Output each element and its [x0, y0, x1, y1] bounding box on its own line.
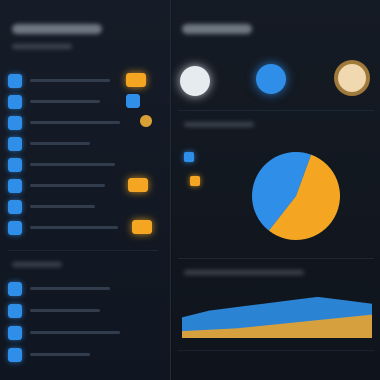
area-chart-title — [184, 270, 304, 275]
square-icon — [8, 158, 22, 172]
right-panel — [172, 0, 380, 380]
status-badge — [132, 220, 152, 234]
list-item[interactable] — [8, 72, 163, 90]
status-badge — [140, 115, 152, 127]
legend-swatch-blue — [184, 152, 194, 162]
square-icon — [8, 200, 22, 214]
square-icon — [8, 179, 22, 193]
square-icon — [8, 74, 22, 88]
square-icon — [8, 282, 22, 296]
square-icon — [8, 304, 22, 318]
list-item[interactable] — [8, 156, 163, 174]
pie-chart — [252, 152, 340, 240]
left-panel — [0, 0, 171, 380]
list-item[interactable] — [8, 346, 163, 364]
list-item[interactable] — [8, 135, 163, 153]
square-icon — [8, 326, 22, 340]
square-icon — [8, 116, 22, 130]
area-chart — [182, 296, 372, 338]
list-item[interactable] — [8, 302, 163, 320]
circle-indicator — [180, 66, 210, 96]
left-panel-section-title — [12, 262, 62, 267]
list-item[interactable] — [8, 93, 163, 111]
list-item[interactable] — [8, 198, 163, 216]
left-panel-title — [12, 24, 102, 34]
square-icon — [8, 221, 22, 235]
square-icon — [8, 137, 22, 151]
square-icon — [8, 95, 22, 109]
right-panel-title — [182, 24, 252, 34]
circle-indicator — [256, 64, 286, 94]
list-item[interactable] — [8, 114, 163, 132]
status-badge — [128, 178, 148, 192]
status-badge — [126, 94, 140, 108]
legend-swatch-orange — [190, 176, 200, 186]
status-badge — [126, 73, 146, 87]
list-item[interactable] — [8, 324, 163, 342]
left-panel-subtitle — [12, 44, 72, 49]
list-item[interactable] — [8, 219, 163, 237]
list-item[interactable] — [8, 280, 163, 298]
chart-section-title — [184, 122, 254, 127]
circle-indicator — [334, 60, 370, 96]
list-item[interactable] — [8, 177, 163, 195]
square-icon — [8, 348, 22, 362]
dashboard-window — [0, 0, 380, 380]
